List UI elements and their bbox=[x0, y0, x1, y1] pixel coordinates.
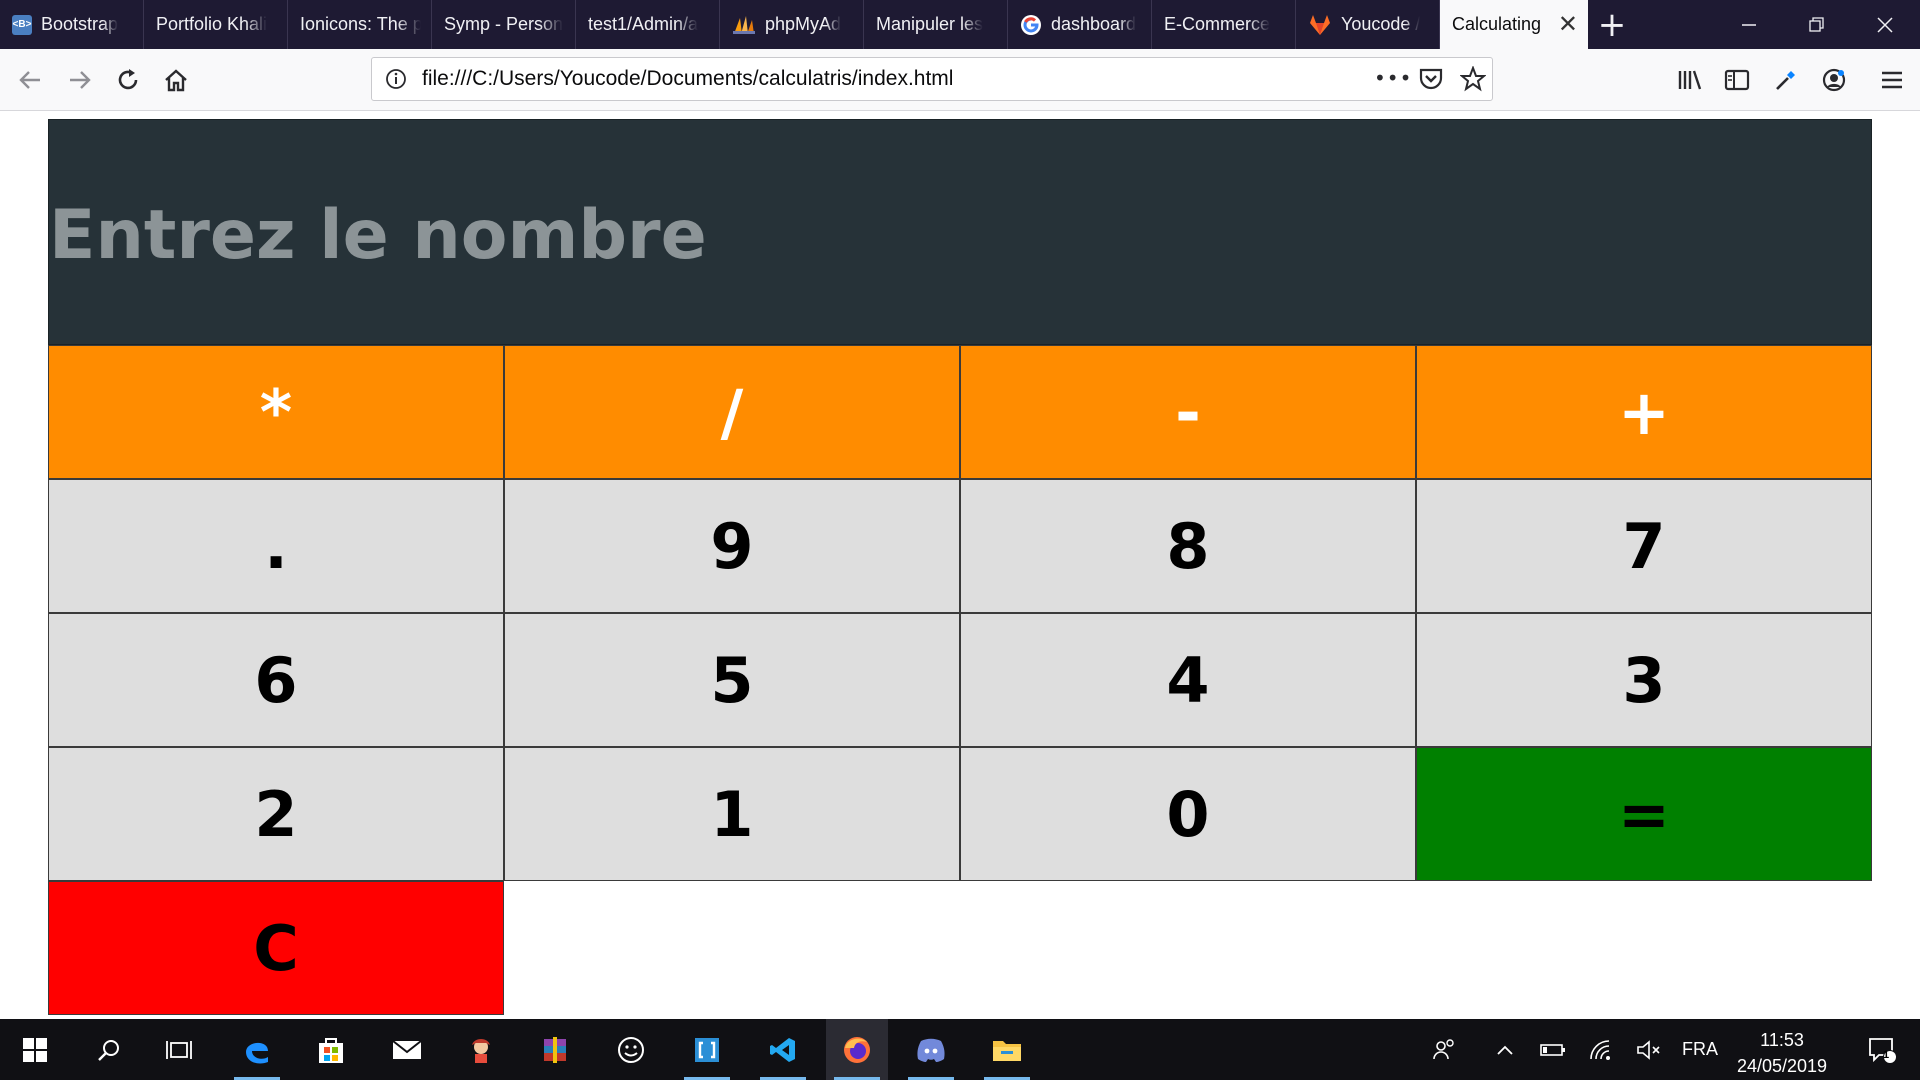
bookmark-star-icon[interactable] bbox=[1459, 65, 1487, 96]
sidebar-icon[interactable] bbox=[1717, 60, 1757, 100]
tab-phpmyadmin[interactable]: phpMyAd bbox=[720, 0, 864, 49]
restore-icon[interactable] bbox=[1782, 0, 1852, 49]
home-icon[interactable] bbox=[156, 60, 196, 100]
clear-button[interactable]: C bbox=[48, 881, 504, 1015]
phpmyadmin-favicon-icon bbox=[732, 14, 756, 36]
tab-label: Youcode / bbox=[1341, 14, 1421, 34]
tab-label: Portfolio Khali bbox=[156, 14, 268, 34]
tab-strip: <B> Bootstrap Portfolio Khali Ionicons: … bbox=[0, 0, 1920, 49]
subtract-button[interactable]: - bbox=[960, 345, 1416, 479]
tab-symp[interactable]: Symp - Person bbox=[432, 0, 576, 49]
tab-label: Symp - Person bbox=[444, 14, 564, 34]
brackets-editor-icon[interactable] bbox=[676, 1019, 738, 1080]
tab-label: test1/Admin/a bbox=[588, 14, 699, 34]
windows-start-icon[interactable] bbox=[4, 1019, 66, 1080]
number-input[interactable] bbox=[49, 190, 1049, 280]
calculator: * / - + . 9 8 7 6 5 4 3 2 1 0 = C bbox=[48, 119, 1872, 1015]
add-button[interactable]: + bbox=[1416, 345, 1872, 479]
tab-manipuler[interactable]: Manipuler les bbox=[864, 0, 1008, 49]
digit-6-button[interactable]: 6 bbox=[48, 613, 504, 747]
notifications-icon[interactable]: 1 bbox=[1852, 1019, 1912, 1080]
multiply-button[interactable]: * bbox=[48, 345, 504, 479]
edge-icon[interactable] bbox=[226, 1019, 288, 1080]
taskbar-clock[interactable]: 11:53 24/05/2019 bbox=[1722, 1027, 1842, 1079]
tab-youcode[interactable]: Youcode / bbox=[1296, 0, 1440, 49]
file-explorer-icon[interactable] bbox=[976, 1019, 1038, 1080]
digit-8-button[interactable]: 8 bbox=[960, 479, 1416, 613]
gitlab-favicon-icon bbox=[1308, 14, 1332, 36]
menu-icon[interactable] bbox=[1872, 60, 1912, 100]
tab-portfolio[interactable]: Portfolio Khali bbox=[144, 0, 288, 49]
new-tab-button[interactable]: + bbox=[1588, 0, 1636, 49]
wifi-icon[interactable] bbox=[1584, 1019, 1618, 1080]
search-icon[interactable] bbox=[78, 1019, 140, 1080]
store-icon[interactable] bbox=[300, 1019, 362, 1080]
tab-label: E-Commerce bbox=[1164, 14, 1271, 34]
task-view-icon[interactable] bbox=[148, 1019, 210, 1080]
battery-icon[interactable] bbox=[1536, 1019, 1570, 1080]
digit-7-button[interactable]: 7 bbox=[1416, 479, 1872, 613]
bootstrap-favicon-icon: <B> bbox=[12, 14, 32, 35]
google-favicon-icon bbox=[1020, 14, 1042, 36]
digit-2-button[interactable]: 2 bbox=[48, 747, 504, 881]
eyedropper-icon[interactable] bbox=[1766, 60, 1806, 100]
tab-dashboard[interactable]: dashboard bbox=[1008, 0, 1152, 49]
pocket-icon[interactable] bbox=[1418, 67, 1444, 95]
tab-close-icon[interactable]: ✕ bbox=[1558, 12, 1578, 37]
tab-calculating[interactable]: Calculating ✕ bbox=[1440, 0, 1588, 49]
url-text: file:///C:/Users/Youcode/Documents/calcu… bbox=[422, 67, 954, 90]
account-icon[interactable] bbox=[1814, 60, 1854, 100]
language-indicator[interactable]: FRA bbox=[1678, 1019, 1722, 1080]
tab-label: phpMyAd bbox=[765, 14, 842, 34]
smiley-app-icon[interactable] bbox=[600, 1019, 662, 1080]
library-icon[interactable] bbox=[1670, 60, 1710, 100]
tab-label: Ionicons: The p bbox=[300, 14, 421, 34]
navigation-toolbar: file:///C:/Users/Youcode/Documents/calcu… bbox=[0, 49, 1920, 111]
taskbar: FRA 11:53 24/05/2019 1 bbox=[0, 1019, 1920, 1080]
tab-ecommerce[interactable]: E-Commerce bbox=[1152, 0, 1296, 49]
winrar-icon[interactable] bbox=[524, 1019, 586, 1080]
keypad: * / - + . 9 8 7 6 5 4 3 2 1 0 = C bbox=[48, 345, 1872, 1015]
vscode-icon[interactable] bbox=[752, 1019, 814, 1080]
digit-9-button[interactable]: 9 bbox=[504, 479, 960, 613]
clock-time: 11:53 bbox=[1760, 1030, 1804, 1050]
minimize-icon[interactable] bbox=[1714, 0, 1784, 49]
tab-label: Manipuler les bbox=[876, 14, 984, 34]
people-icon[interactable] bbox=[1424, 1019, 1464, 1080]
back-icon[interactable] bbox=[10, 60, 50, 100]
digit-3-button[interactable]: 3 bbox=[1416, 613, 1872, 747]
digit-4-button[interactable]: 4 bbox=[960, 613, 1416, 747]
equals-button[interactable]: = bbox=[1416, 747, 1872, 881]
decimal-point-button[interactable]: . bbox=[48, 479, 504, 613]
clock-date: 24/05/2019 bbox=[1736, 1056, 1828, 1076]
digit-5-button[interactable]: 5 bbox=[504, 613, 960, 747]
firefox-icon[interactable] bbox=[826, 1019, 888, 1080]
forward-icon[interactable] bbox=[60, 60, 100, 100]
volume-muted-icon[interactable] bbox=[1632, 1019, 1666, 1080]
divide-button[interactable]: / bbox=[504, 345, 960, 479]
tab-label: Calculating bbox=[1452, 14, 1542, 34]
mail-icon[interactable] bbox=[376, 1019, 438, 1080]
tab-label: dashboard bbox=[1051, 14, 1137, 34]
game-character-icon[interactable] bbox=[450, 1019, 512, 1080]
notification-count-badge: 1 bbox=[1883, 1049, 1890, 1061]
discord-icon[interactable] bbox=[900, 1019, 962, 1080]
calculator-display bbox=[48, 119, 1872, 345]
window-close-icon[interactable] bbox=[1850, 0, 1920, 49]
tab-test1-admin[interactable]: test1/Admin/a bbox=[576, 0, 720, 49]
tab-bootstrap[interactable]: <B> Bootstrap bbox=[0, 0, 144, 49]
digit-1-button[interactable]: 1 bbox=[504, 747, 960, 881]
url-bar[interactable]: file:///C:/Users/Youcode/Documents/calcu… bbox=[371, 57, 1493, 101]
tab-label: Bootstrap bbox=[41, 14, 119, 34]
tab-ionicons[interactable]: Ionicons: The p bbox=[288, 0, 432, 49]
page-actions-icon[interactable]: ••• bbox=[1374, 66, 1412, 90]
digit-0-button[interactable]: 0 bbox=[960, 747, 1416, 881]
chevron-up-icon[interactable] bbox=[1488, 1019, 1522, 1080]
info-icon[interactable] bbox=[385, 68, 407, 94]
reload-icon[interactable] bbox=[108, 60, 148, 100]
